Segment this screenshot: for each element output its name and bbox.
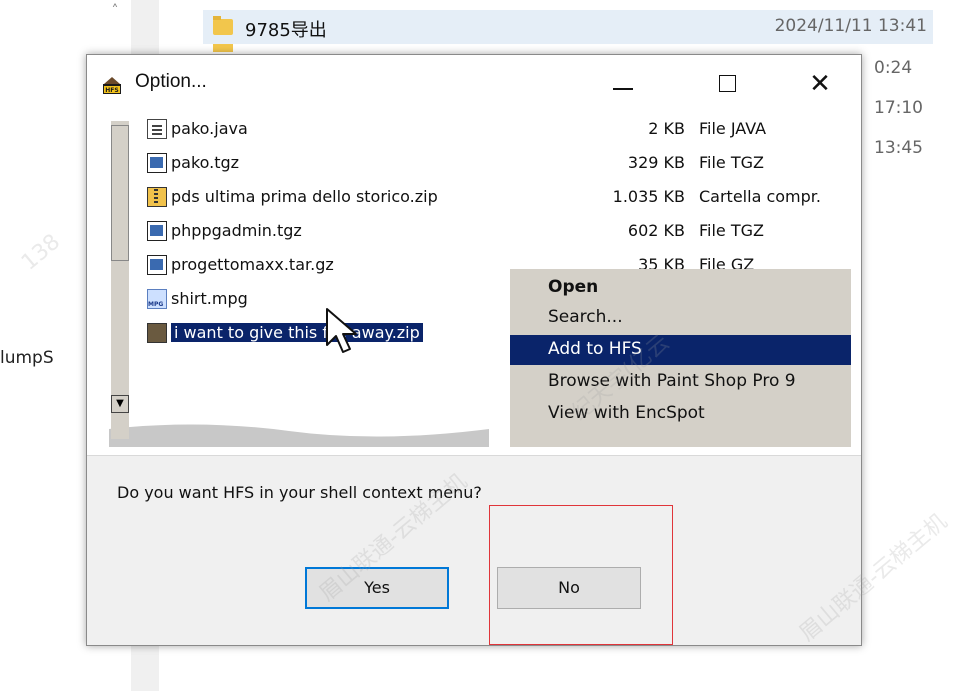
sort-caret-icon: ˄ <box>111 3 119 19</box>
scroll-down-arrow-icon[interactable]: ▼ <box>111 395 129 413</box>
background-time: 0:24 <box>874 58 913 78</box>
file-list-scroll-thumb[interactable] <box>111 125 129 261</box>
maximize-icon <box>719 75 736 92</box>
list-item[interactable]: phppgadmin.tgz 602 KB File TGZ <box>143 217 803 247</box>
video-file-icon <box>147 289 167 309</box>
menu-item-browse-paint-shop[interactable]: Browse with Paint Shop Pro 9 <box>510 367 851 397</box>
file-type: File JAVA <box>699 119 767 138</box>
file-name: i want to give this file away.zip <box>171 323 423 342</box>
explorer-screenshot: ▼ pako.java 2 KB File JAVA pako.tgz 329 … <box>109 113 851 447</box>
file-type: File TGZ <box>699 153 764 172</box>
file-size: 329 KB <box>627 153 685 172</box>
list-item[interactable]: pds ultima prima dello storico.zip 1.035… <box>143 183 821 213</box>
background-file-date: 2024/11/11 13:41 <box>774 16 927 36</box>
archive-file-icon <box>147 221 167 241</box>
svg-text:HFS: HFS <box>105 87 118 94</box>
file-name: pako.java <box>171 119 248 138</box>
menu-item-view-encspot[interactable]: View with EncSpot <box>510 399 851 429</box>
minimize-icon <box>613 88 633 90</box>
file-name: pds ultima prima dello storico.zip <box>171 187 438 206</box>
menu-item-search[interactable]: Search... <box>510 303 851 333</box>
background-file-row[interactable]: 9785导出 2024/11/11 13:41 <box>203 10 933 44</box>
no-button[interactable]: No <box>497 567 641 609</box>
watermark-text: 138 <box>16 229 66 276</box>
folder-icon <box>213 44 233 52</box>
dialog-title: Option... <box>135 71 207 92</box>
option-dialog: HFS Option... ✕ ▼ pako.java 2 KB File JA… <box>86 54 862 646</box>
file-size: 1.035 KB <box>612 187 685 206</box>
close-button[interactable]: ✕ <box>791 61 849 107</box>
background-time: 13:45 <box>874 138 923 158</box>
file-type: Cartella compr. <box>699 187 821 206</box>
maximize-button[interactable] <box>699 61 757 107</box>
background-partial-label: lumpS <box>0 348 54 368</box>
mouse-cursor-icon <box>326 308 357 353</box>
archive-file-icon <box>147 255 167 275</box>
file-name: phppgadmin.tgz <box>171 221 302 240</box>
minimize-button[interactable] <box>593 61 651 107</box>
yes-button[interactable]: Yes <box>305 567 449 609</box>
file-type: File TGZ <box>699 221 764 240</box>
file-name: pako.tgz <box>171 153 240 172</box>
file-list-scrollbar[interactable]: ▼ <box>111 121 129 439</box>
menu-item-open[interactable]: Open <box>510 273 851 303</box>
menu-item-add-to-hfs[interactable]: Add to HFS <box>510 335 851 365</box>
close-icon: ✕ <box>809 69 831 99</box>
dialog-image-area: ▼ pako.java 2 KB File JAVA pako.tgz 329 … <box>87 111 861 455</box>
file-size: 2 KB <box>648 119 685 138</box>
list-item[interactable]: pako.java 2 KB File JAVA <box>143 115 803 145</box>
background-time: 17:10 <box>874 98 923 118</box>
background-file-name: 9785导出 <box>245 20 327 41</box>
context-menu: Open Search... Add to HFS Browse with Pa… <box>509 269 851 447</box>
list-item[interactable]: pako.tgz 329 KB File TGZ <box>143 149 803 179</box>
dialog-divider <box>87 455 861 456</box>
dialog-titlebar[interactable]: HFS Option... ✕ <box>87 55 861 111</box>
archive-file-icon <box>147 153 167 173</box>
file-name: progettomaxx.tar.gz <box>171 255 334 274</box>
hfs-app-icon: HFS <box>103 77 121 94</box>
zip-file-icon <box>147 187 167 207</box>
dialog-prompt: Do you want HFS in your shell context me… <box>117 483 482 502</box>
file-name: shirt.mpg <box>171 289 248 308</box>
file-size: 602 KB <box>627 221 685 240</box>
zip-file-icon <box>147 323 167 343</box>
folder-icon <box>213 16 233 35</box>
text-file-icon <box>147 119 167 139</box>
